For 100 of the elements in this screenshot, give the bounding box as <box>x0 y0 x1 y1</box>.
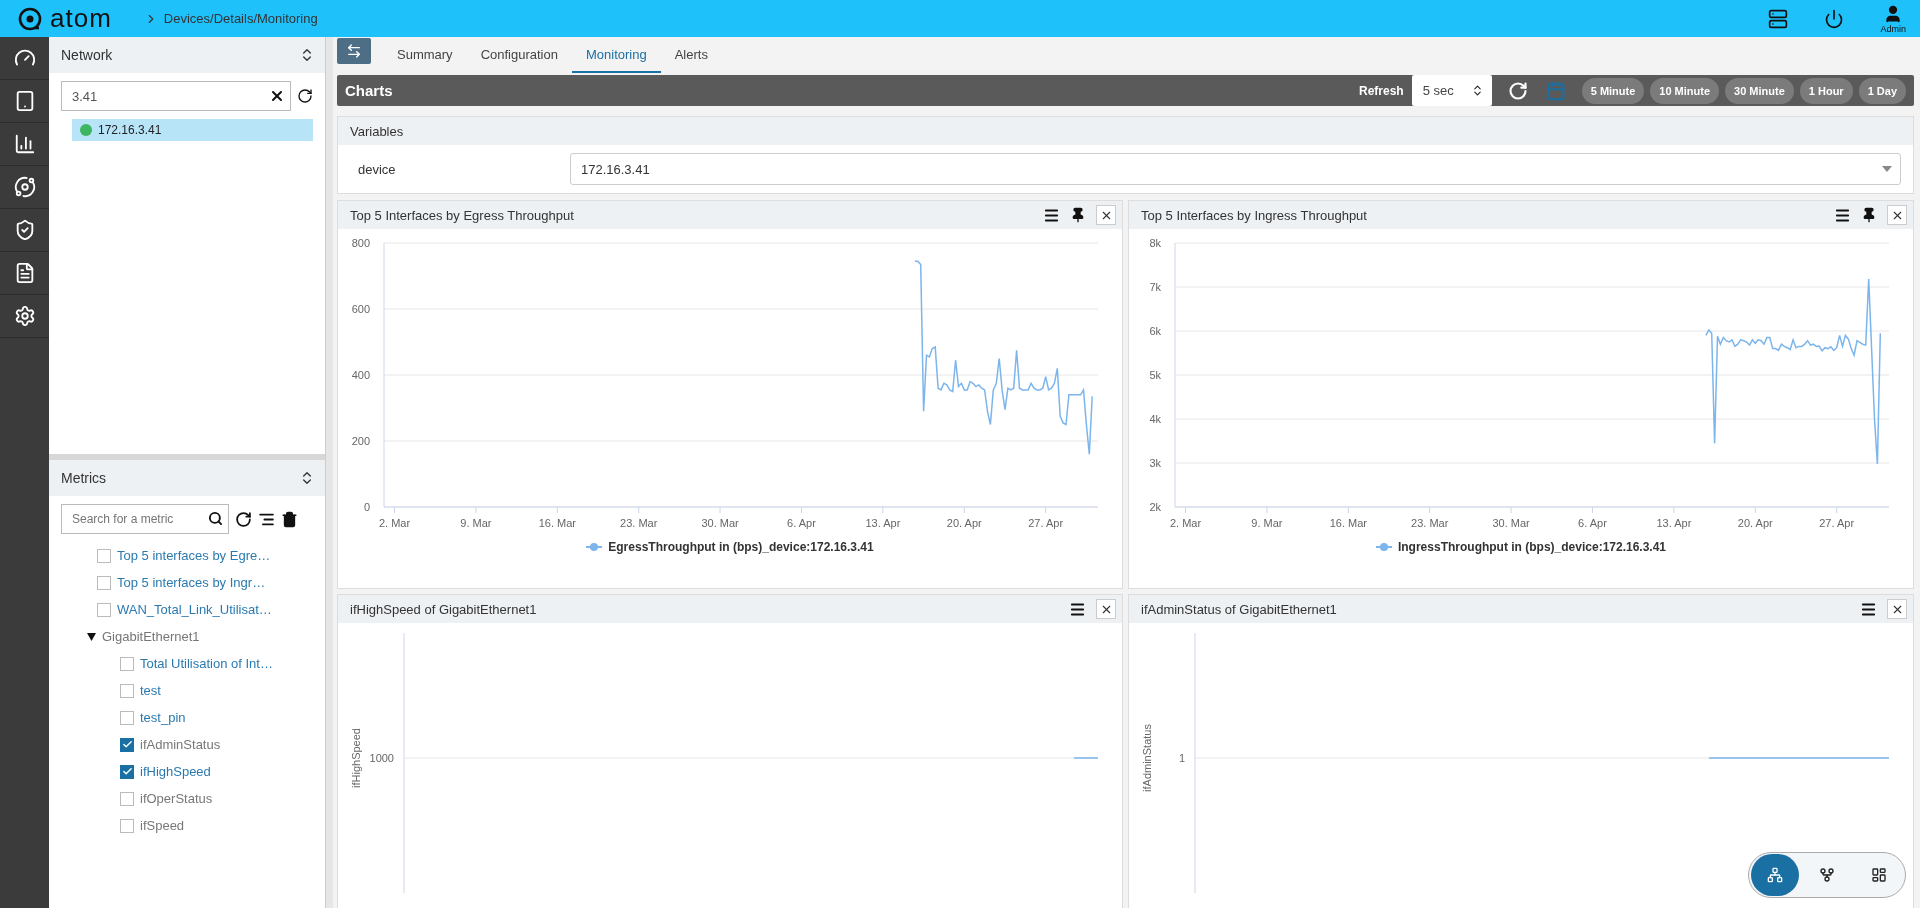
metric-label[interactable]: ifSpeed <box>140 818 185 833</box>
user-name: Admin <box>1880 23 1906 34</box>
close-button[interactable] <box>1887 205 1907 225</box>
bar-chart-icon[interactable] <box>13 133 36 155</box>
time-range-button[interactable]: 1 Day <box>1858 77 1906 104</box>
tab[interactable]: Summary <box>383 37 467 73</box>
y-tick-label: 3k <box>1149 457 1161 469</box>
x-tick-label: 23. Mar <box>1411 517 1449 529</box>
hierarchy-icon <box>1767 867 1783 883</box>
metric-label[interactable]: Top 5 interfaces by Ingr… <box>117 575 266 590</box>
x-tick-label: 13. Apr <box>1656 517 1692 529</box>
x-tick-label: 6. Apr <box>1578 517 1607 529</box>
swap-button[interactable] <box>337 38 371 64</box>
pin-icon[interactable] <box>1861 207 1877 223</box>
checkbox[interactable] <box>120 683 134 698</box>
device-select[interactable]: 172.16.3.41 <box>570 153 1901 185</box>
time-range-button[interactable]: 10 Minute <box>1650 77 1720 104</box>
y-tick-label: 0 <box>363 501 370 513</box>
section-title: Charts <box>345 82 393 99</box>
metric-label[interactable]: Total Utilisation of Int… <box>140 656 273 671</box>
pin-icon[interactable] <box>1070 207 1086 223</box>
checkbox[interactable] <box>120 818 134 833</box>
search-icon[interactable] <box>208 511 223 526</box>
close-button[interactable] <box>1096 205 1116 225</box>
power-icon[interactable] <box>1824 8 1845 29</box>
metric-label[interactable]: ifAdminStatus <box>140 737 221 752</box>
chart-title: ifHighSpeed of GigabitEthernet1 <box>350 601 538 617</box>
trash-icon[interactable] <box>281 510 298 528</box>
y-tick-label: 5k <box>1149 369 1161 381</box>
search-field[interactable]: 3.41 <box>61 81 291 111</box>
refresh-select[interactable]: 5 sec <box>1411 75 1492 106</box>
device-label[interactable]: 172.16.3.41 <box>98 123 162 137</box>
checkbox[interactable] <box>120 710 134 725</box>
metric-label[interactable]: ifOperStatus <box>140 791 213 806</box>
y-tick-label: 7k <box>1149 281 1161 293</box>
checkbox[interactable] <box>120 656 134 671</box>
metric-label[interactable]: ifHighSpeed <box>140 764 211 779</box>
x-tick-label: 20. Apr <box>946 517 982 529</box>
y-tick-label: 400 <box>351 369 370 381</box>
x-tick-label: 13. Apr <box>865 517 901 529</box>
x-tick-label: 6. Apr <box>787 517 816 529</box>
y-tick-label: 800 <box>351 237 370 249</box>
y-tick-label: 200 <box>351 435 370 447</box>
checkbox[interactable] <box>97 575 111 590</box>
line-series <box>1073 757 1099 759</box>
time-range-button[interactable]: 1 Hour <box>1799 77 1853 104</box>
checkbox[interactable] <box>97 548 111 563</box>
legend-label[interactable]: IngressThroughput in (bps)_device:172.16.3.41 <box>1397 540 1667 554</box>
close-button[interactable] <box>1887 599 1907 619</box>
caret-icon[interactable] <box>87 632 96 641</box>
device-item[interactable]: 172.16.3.41 <box>72 119 313 141</box>
y-tick-label: 2k <box>1149 501 1161 513</box>
branch-icon <box>1819 867 1835 883</box>
x-tick-label: 16. Mar <box>538 517 576 529</box>
checkbox[interactable] <box>97 602 111 617</box>
clear-icon[interactable] <box>269 88 285 104</box>
tab[interactable]: Monitoring <box>571 37 661 73</box>
metric-label[interactable]: test <box>140 683 161 698</box>
y-tick-label: 1000 <box>369 752 394 764</box>
y-tick-label: 6k <box>1149 325 1161 337</box>
legend-marker-icon <box>586 543 603 551</box>
time-range-button[interactable]: 5 Minute <box>1581 77 1645 104</box>
checkbox[interactable] <box>120 764 134 779</box>
metric-label[interactable]: Top 5 interfaces by Egre… <box>117 548 271 563</box>
x-tick-label: 23. Mar <box>620 517 658 529</box>
metric-label[interactable]: WAN_Total_Link_Utilisat… <box>117 602 272 617</box>
search-field[interactable]: Search for a metric <box>61 504 229 534</box>
field-label: device <box>358 161 397 177</box>
logo-icon <box>18 6 42 31</box>
y-tick-label: 600 <box>351 303 370 315</box>
caret-icon <box>1882 166 1892 172</box>
checkbox[interactable] <box>120 791 134 806</box>
x-tick-label: 27. Apr <box>1819 517 1855 529</box>
y-tick-label: 1 <box>1178 752 1185 764</box>
tab[interactable]: Configuration <box>466 37 572 73</box>
legend-label[interactable]: EgressThroughput in (bps)_device:172.16.3.41 <box>608 540 874 554</box>
orbit-icon[interactable] <box>13 176 36 198</box>
refresh-icon[interactable] <box>297 87 313 105</box>
chart-title: ifAdminStatus of GigabitEthernet1 <box>1141 601 1338 617</box>
close-button[interactable] <box>1096 599 1116 619</box>
legend-marker-icon <box>1375 543 1392 551</box>
x-tick-label: 30. Mar <box>701 517 739 529</box>
refresh-icon[interactable] <box>1507 80 1528 101</box>
server-icon[interactable] <box>1768 8 1789 29</box>
x-tick-label: 2. Mar <box>1169 517 1202 529</box>
tree-group-label[interactable]: GigabitEthernet1 <box>102 629 200 644</box>
x-tick-label: 9. Mar <box>1251 517 1283 529</box>
settings-icon[interactable] <box>13 305 36 327</box>
time-range-button[interactable]: 30 Minute <box>1725 77 1794 104</box>
breadcrumb: Devices/Details/Monitoring <box>163 11 318 26</box>
refresh-icon[interactable] <box>235 510 252 528</box>
x-tick-label: 30. Mar <box>1492 517 1530 529</box>
metric-label[interactable]: test_pin <box>140 710 186 725</box>
dashboard-icon <box>1871 867 1887 883</box>
x-tick-label: 2. Mar <box>378 517 411 529</box>
checkbox[interactable] <box>120 737 134 752</box>
tab[interactable]: Alerts <box>660 37 722 73</box>
hierarchy-view-button[interactable] <box>1751 854 1799 896</box>
chart-title: Top 5 Interfaces by Ingress Throughput <box>1141 207 1368 223</box>
logo-text: atom <box>50 3 112 34</box>
